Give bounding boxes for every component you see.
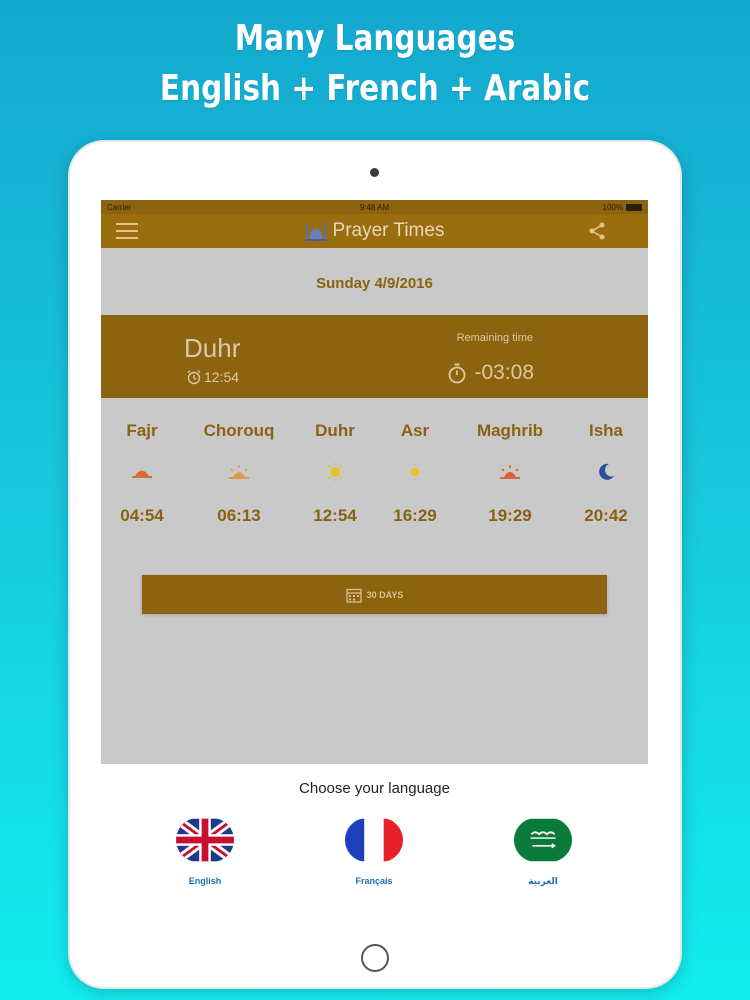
remaining-time-label: Remaining time xyxy=(456,332,533,344)
prayer-name: Maghrib xyxy=(476,421,544,440)
prayer-duhr: Duhr 12:54 xyxy=(290,420,380,526)
prayer-time: 12:54 xyxy=(313,506,357,525)
remaining-time-text: -03:08 xyxy=(474,361,534,384)
prayer-time: 06:13 xyxy=(217,506,261,525)
battery-icon xyxy=(626,204,642,211)
stopwatch-icon xyxy=(449,363,466,384)
prayer-chorouq: Chorouq 06:13 xyxy=(194,420,284,526)
current-prayer-time: 12:54 xyxy=(186,369,239,385)
mosque-icon xyxy=(304,223,327,241)
language-option-english[interactable]: English xyxy=(145,818,265,886)
app-screen: Carrier 9:48 AM 100% Prayer Times Sunday… xyxy=(101,200,648,930)
prayer-isha: Isha 20:42 xyxy=(561,420,648,526)
sunset-icon xyxy=(500,465,520,479)
status-time: 9:48 AM xyxy=(359,203,390,212)
calendar-icon xyxy=(345,588,362,603)
france-flag-icon xyxy=(345,818,403,862)
ipad-frame: Carrier 9:48 AM 100% Prayer Times Sunday… xyxy=(70,142,680,987)
language-sheet: Choose your language English Français ال… xyxy=(101,764,648,930)
home-button[interactable] xyxy=(361,944,389,972)
alarm-clock-icon xyxy=(187,370,201,385)
sun-rising-icon xyxy=(229,465,249,479)
nav-title: Prayer Times xyxy=(101,220,648,242)
language-sheet-title: Choose your language xyxy=(299,780,450,797)
language-option-arabic[interactable]: العربية xyxy=(483,818,603,887)
prayer-times-row: Fajr 04:54 Chorouq 06:13 Duhr 12:54 Asr … xyxy=(101,420,648,540)
prayer-name: Chorouq xyxy=(203,421,275,440)
prayer-maghrib: Maghrib 19:29 xyxy=(465,420,555,526)
prayer-name: Isha xyxy=(588,421,624,440)
share-icon[interactable] xyxy=(588,222,606,240)
sun-icon xyxy=(406,463,424,481)
promo-line-1: Many Languages xyxy=(234,18,516,59)
remaining-time-value: -03:08 xyxy=(447,361,534,385)
language-label: Français xyxy=(355,876,393,886)
thirty-days-label: 30 DAYS xyxy=(366,589,404,600)
date-label: Sunday 4/9/2016 xyxy=(316,275,433,292)
prayer-time: 04:54 xyxy=(120,506,164,525)
current-prayer-name: Duhr xyxy=(184,333,241,363)
prayer-asr: Asr 16:29 xyxy=(370,420,460,526)
status-bar: Carrier 9:48 AM 100% xyxy=(101,200,648,214)
prayer-time: 16:29 xyxy=(393,506,437,525)
sun-icon xyxy=(325,462,345,482)
battery-percent: 100% xyxy=(602,203,623,212)
thirty-days-button[interactable]: 30 DAYS xyxy=(142,575,607,614)
promo-line-2: English + French + Arabic xyxy=(159,68,591,109)
language-option-french[interactable]: Français xyxy=(314,818,434,886)
status-battery: 100% xyxy=(603,203,642,212)
current-prayer-time-text: 12:54 xyxy=(204,369,240,385)
prayer-time: 20:42 xyxy=(584,506,628,525)
sunrise-icon xyxy=(132,470,152,478)
promo-headline: Many Languages English + French + Arabic xyxy=(68,14,683,114)
current-prayer-panel: Duhr 12:54 Remaining time -03:08 xyxy=(101,315,648,398)
language-label: العربية xyxy=(528,876,558,886)
prayer-name: Duhr xyxy=(315,421,355,440)
prayer-name: Asr xyxy=(400,421,430,440)
nav-bar: Prayer Times xyxy=(101,214,648,248)
prayer-fajr: Fajr 04:54 xyxy=(101,420,187,526)
saudi-flag-icon xyxy=(514,818,572,862)
language-label: English xyxy=(188,876,222,886)
moon-icon xyxy=(599,463,614,480)
prayer-time: 19:29 xyxy=(488,506,532,525)
camera xyxy=(370,168,379,177)
app-title: Prayer Times xyxy=(332,220,445,242)
prayer-name: Fajr xyxy=(126,421,158,440)
uk-flag-icon xyxy=(176,818,234,862)
